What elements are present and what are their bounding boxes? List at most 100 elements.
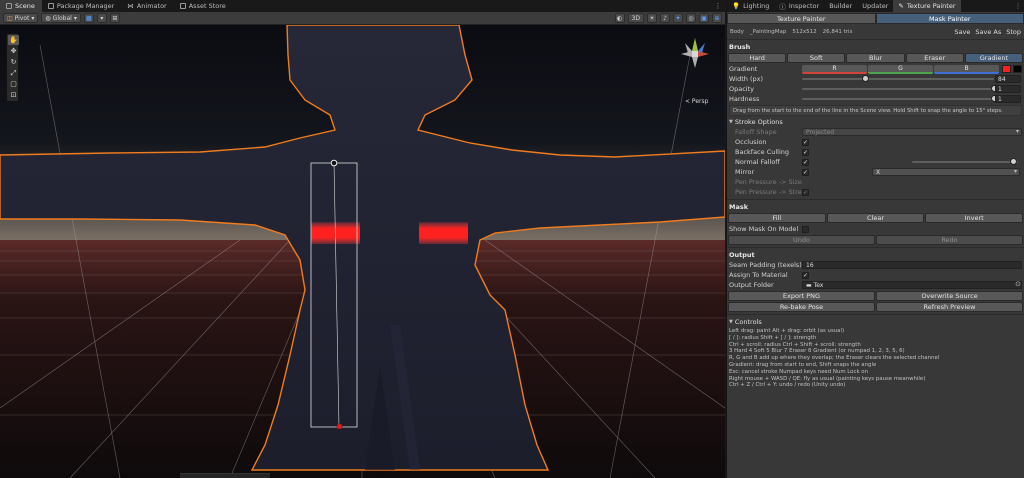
camera-settings-icon[interactable]: ▣ bbox=[699, 13, 709, 23]
undo-redo-row: Undo Redo bbox=[727, 235, 1024, 245]
brush-soft-button[interactable]: Soft bbox=[787, 53, 846, 63]
target-info-row: Body _PaintingMap 512x512 26,841 tris Sa… bbox=[727, 26, 1024, 37]
gradient-end-handle[interactable] bbox=[336, 423, 343, 430]
output-folder-label: Output Folder bbox=[729, 281, 774, 289]
grid-snap-dropdown-icon[interactable]: ▾ bbox=[96, 13, 107, 23]
hardness-value-field[interactable]: 1 bbox=[995, 95, 1021, 103]
width-slider-track[interactable] bbox=[802, 78, 994, 80]
output-folder-object-field[interactable]: ▬ Tex bbox=[802, 281, 1022, 289]
overwrite-source-button[interactable]: Overwrite Source bbox=[876, 291, 1023, 301]
pen-strength-checkbox[interactable]: ✓ bbox=[802, 188, 809, 196]
orientation-gizmo-icon[interactable] bbox=[675, 34, 715, 74]
hidden-objects-icon[interactable]: ◎ bbox=[686, 13, 696, 23]
opacity-slider-track[interactable] bbox=[802, 88, 994, 90]
mirror-field: ✓ X ▾ bbox=[802, 167, 1022, 177]
mask-clear-button[interactable]: Clear bbox=[826, 213, 925, 223]
tab-lighting[interactable]: 💡 Lighting bbox=[727, 0, 774, 12]
backface-label: Backface Culling bbox=[735, 148, 790, 156]
tab-texture-painter[interactable]: ✎ Texture Painter bbox=[893, 0, 961, 12]
gradient-start-color-swatch[interactable] bbox=[1002, 65, 1011, 73]
mirror-axis-dropdown[interactable]: X ▾ bbox=[872, 168, 1020, 176]
pivot-toggle[interactable]: ◫ Pivot ▾ bbox=[3, 13, 39, 23]
scene-render bbox=[0, 25, 725, 478]
shading-mode-icon[interactable]: ◐ bbox=[614, 13, 625, 23]
scene-viewport[interactable]: < Persp bbox=[0, 25, 725, 478]
chevron-down-icon: ▾ bbox=[31, 14, 35, 22]
grid-snap-icon[interactable]: ▦ bbox=[83, 13, 94, 23]
brush-eraser-button[interactable]: Eraser bbox=[905, 53, 964, 63]
global-toggle[interactable]: ◍ Global ▾ bbox=[41, 13, 81, 23]
projection-label[interactable]: < Persp bbox=[685, 98, 708, 105]
brush-type-row: Hard Soft Blur Eraser Gradient bbox=[727, 53, 1024, 63]
transform-tool-icon[interactable]: ⊡ bbox=[8, 90, 19, 100]
mask-painter-mode-button[interactable]: Mask Painter bbox=[875, 13, 1024, 24]
width-slider-knob[interactable] bbox=[861, 75, 869, 82]
tab-package-manager[interactable]: Package Manager bbox=[42, 0, 122, 12]
redo-button[interactable]: Redo bbox=[876, 235, 1023, 245]
tab-animator[interactable]: ⋈ Animator bbox=[121, 0, 173, 12]
hardness-slider-track[interactable] bbox=[802, 98, 994, 100]
gizmos-toggle-icon[interactable]: ⊕ bbox=[712, 13, 722, 23]
gradient-start-handle[interactable] bbox=[330, 159, 338, 167]
tab-asset-store[interactable]: Asset Store bbox=[174, 0, 233, 12]
normal-falloff-slider[interactable] bbox=[912, 157, 1018, 167]
texture-painter-mode-button[interactable]: Texture Painter bbox=[727, 13, 876, 24]
mirror-row: Mirror ✓ X ▾ bbox=[727, 167, 1024, 177]
object-picker-icon[interactable]: ⊙ bbox=[1015, 280, 1021, 288]
effects-toggle-icon[interactable]: ✦ bbox=[673, 13, 683, 23]
seam-padding-input[interactable]: 16 bbox=[802, 261, 1022, 269]
stroke-options-foldout[interactable]: ▼ Stroke Options bbox=[727, 117, 1024, 127]
controls-line: Gradient: drag from start to end, Shift … bbox=[729, 361, 877, 368]
controls-foldout[interactable]: ▼ Controls bbox=[727, 317, 1024, 327]
audio-toggle-icon[interactable]: ♪ bbox=[660, 13, 670, 23]
tab-builder[interactable]: Builder bbox=[824, 0, 857, 12]
normal-falloff-knob[interactable] bbox=[1010, 158, 1018, 165]
mask-invert-button[interactable]: Invert bbox=[925, 213, 1024, 223]
channel-b-button[interactable]: B bbox=[934, 64, 999, 74]
view-tool-icon[interactable]: ✋ bbox=[8, 35, 19, 45]
brush-gradient-button[interactable]: Gradient bbox=[964, 53, 1024, 63]
channel-g-button[interactable]: G bbox=[868, 64, 933, 74]
stop-button[interactable]: Stop bbox=[1006, 28, 1021, 36]
brush-blur-button[interactable]: Blur bbox=[846, 53, 905, 63]
mask-fill-button[interactable]: Fill bbox=[728, 213, 826, 223]
normal-falloff-checkbox[interactable]: ✓ bbox=[802, 158, 809, 166]
divider bbox=[727, 247, 1024, 248]
normal-falloff-track[interactable] bbox=[912, 161, 1018, 163]
pen-strength-row: Pen Pressure -> Strength ✓ bbox=[727, 187, 1024, 197]
tab-updater[interactable]: Updater bbox=[857, 0, 893, 12]
lighting-toggle-icon[interactable]: ☀ bbox=[647, 13, 657, 23]
gradient-end-color-swatch[interactable] bbox=[1013, 65, 1022, 73]
width-label: Width (px) bbox=[729, 75, 763, 83]
rebake-pose-button[interactable]: Re-bake Pose bbox=[728, 302, 875, 312]
width-slider[interactable]: 84 bbox=[802, 74, 1022, 84]
panel-menu-kebab-icon[interactable]: ⋮ bbox=[1012, 0, 1024, 12]
tab-inspector[interactable]: ⓘ Inspector bbox=[774, 0, 824, 12]
tab-scene[interactable]: Scene bbox=[0, 0, 42, 12]
occlusion-checkbox[interactable]: ✓ bbox=[802, 138, 809, 146]
hardness-slider[interactable]: 1 bbox=[802, 94, 1022, 104]
opacity-value-field[interactable]: 1 bbox=[995, 85, 1021, 93]
channel-r-button[interactable]: R bbox=[802, 64, 867, 74]
undo-button[interactable]: Undo bbox=[728, 235, 875, 245]
backface-culling-checkbox[interactable]: ✓ bbox=[802, 148, 809, 156]
2d-toggle-button[interactable]: 3D bbox=[627, 13, 644, 23]
opacity-slider[interactable]: 1 bbox=[802, 84, 1022, 94]
increment-snap-icon[interactable]: ⊞ bbox=[109, 13, 120, 23]
rotate-tool-icon[interactable]: ↻ bbox=[8, 57, 19, 67]
falloff-shape-dropdown[interactable]: Projected ▾ bbox=[802, 128, 1022, 136]
save-as-button[interactable]: Save As bbox=[975, 28, 1001, 36]
rect-tool-icon[interactable]: ▢ bbox=[8, 79, 19, 89]
refresh-preview-button[interactable]: Refresh Preview bbox=[876, 302, 1023, 312]
mirror-checkbox[interactable]: ✓ bbox=[802, 168, 809, 176]
width-value-field[interactable]: 84 bbox=[995, 75, 1021, 83]
scale-tool-icon[interactable]: ⤢ bbox=[8, 68, 19, 78]
assign-material-checkbox[interactable]: ✓ bbox=[802, 271, 809, 279]
brush-hard-button[interactable]: Hard bbox=[728, 53, 787, 63]
move-tool-icon[interactable]: ✥ bbox=[8, 46, 19, 56]
export-png-button[interactable]: Export PNG bbox=[728, 291, 875, 301]
show-mask-label: Show Mask On Model bbox=[729, 225, 799, 233]
scene-menu-kebab-icon[interactable]: ⋮ bbox=[711, 0, 725, 12]
save-button[interactable]: Save bbox=[954, 28, 970, 36]
show-mask-checkbox[interactable] bbox=[802, 225, 809, 233]
